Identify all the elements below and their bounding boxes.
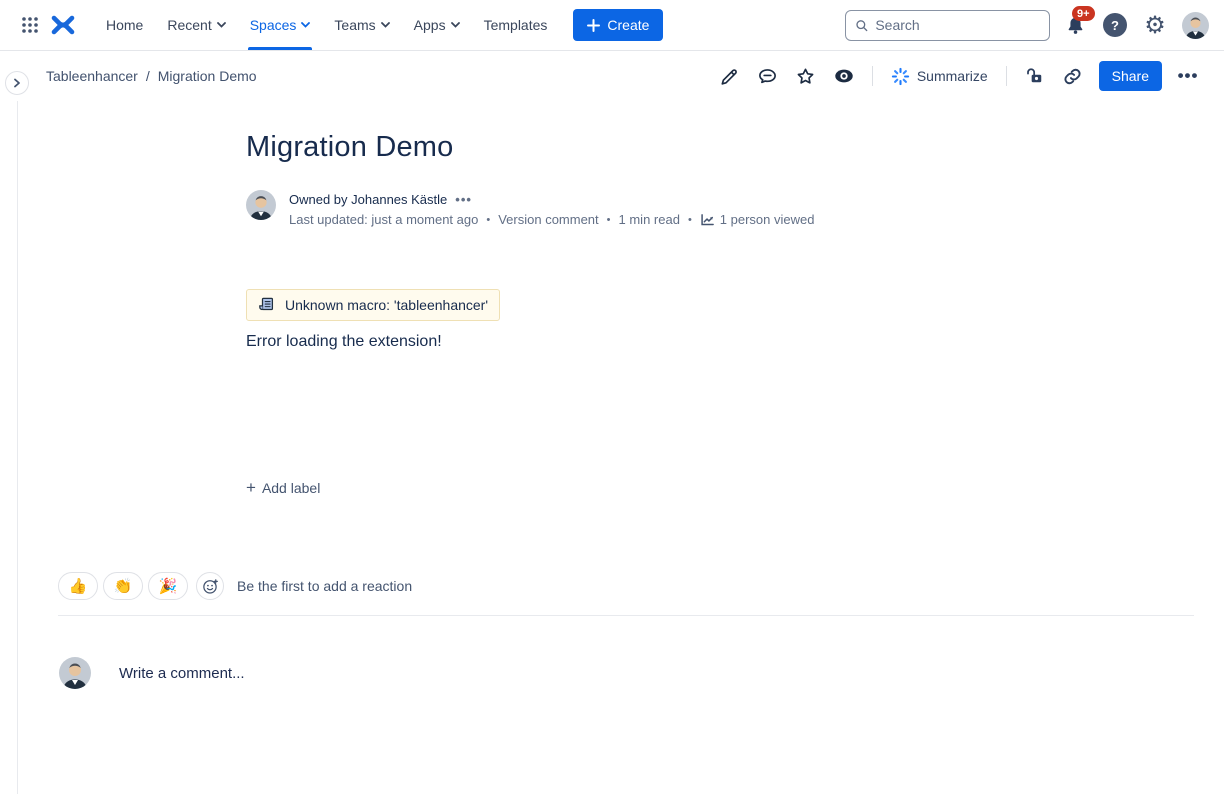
breadcrumb-space-link[interactable]: Tableenhancer	[46, 68, 138, 84]
byline: Owned by Johannes Kästle ••• Last update…	[246, 190, 1104, 230]
nav-item-spaces[interactable]: Spaces	[238, 0, 323, 50]
profile-button[interactable]	[1180, 10, 1210, 40]
create-button[interactable]: Create	[573, 9, 663, 41]
settings-button[interactable]: ⚙	[1140, 10, 1170, 40]
chevron-right-icon	[12, 78, 22, 88]
eye-icon	[833, 65, 855, 87]
comment-composer[interactable]: Write a comment...	[0, 657, 1224, 689]
question-mark-icon: ?	[1103, 13, 1127, 37]
link-icon	[1062, 66, 1083, 87]
reaction-thumbs-up-button[interactable]: 👍	[58, 572, 98, 600]
nav-item-label: Apps	[414, 17, 446, 33]
macro-scroll-icon	[258, 296, 276, 314]
top-navigation-bar: Home Recent Spaces Teams Apps Templates …	[0, 0, 1224, 51]
thumbs-up-emoji: 👍	[69, 577, 88, 595]
chevron-down-icon	[301, 22, 310, 28]
breadcrumb: Tableenhancer / Migration Demo	[46, 68, 257, 84]
help-button[interactable]: ?	[1100, 10, 1130, 40]
owner-more-button[interactable]: •••	[455, 190, 472, 210]
unlock-icon	[1025, 66, 1045, 86]
nav-item-label: Templates	[484, 17, 548, 33]
toolbar-divider	[1006, 66, 1007, 86]
owner-avatar[interactable]	[246, 190, 276, 220]
edit-button[interactable]	[714, 60, 746, 92]
dot-separator: •	[607, 210, 611, 230]
dot-separator: •	[688, 210, 692, 230]
search-input[interactable]	[875, 17, 1040, 33]
chevron-down-icon	[217, 22, 226, 28]
extension-error-text: Error loading the extension!	[246, 333, 1104, 351]
owned-by-text[interactable]: Owned by Johannes Kästle	[289, 190, 447, 210]
comments-button[interactable]	[752, 60, 784, 92]
toolbar-divider	[872, 66, 873, 86]
analytics-chart-icon	[700, 213, 715, 227]
nav-item-label: Home	[106, 17, 143, 33]
share-button[interactable]: Share	[1099, 61, 1162, 91]
dot-separator: •	[486, 210, 490, 230]
search-icon	[855, 18, 868, 33]
user-avatar	[1182, 12, 1209, 39]
comments-divider	[58, 615, 1194, 616]
nav-item-recent[interactable]: Recent	[155, 0, 237, 50]
comment-input-placeholder[interactable]: Write a comment...	[119, 665, 245, 682]
last-updated-text[interactable]: Last updated: just a moment ago	[289, 210, 478, 230]
ai-sparkle-icon	[891, 67, 910, 86]
create-button-label: Create	[607, 17, 649, 33]
plus-icon: +	[246, 479, 256, 496]
breadcrumb-page-link[interactable]: Migration Demo	[158, 68, 257, 84]
comment-bubble-icon	[757, 66, 778, 87]
notifications-button[interactable]: 9+	[1060, 10, 1090, 40]
breadcrumb-separator: /	[146, 68, 150, 84]
commenter-avatar	[59, 657, 91, 689]
page-header-row: Tableenhancer / Migration Demo	[0, 51, 1224, 101]
smiley-add-icon	[202, 578, 219, 595]
party-popper-emoji: 🎉	[159, 577, 178, 595]
restrictions-button[interactable]	[1019, 60, 1051, 92]
unknown-macro-banner: Unknown macro: 'tableenhancer'	[246, 289, 500, 321]
gear-icon: ⚙	[1144, 13, 1166, 37]
app-switcher-icon[interactable]	[14, 9, 46, 41]
notification-badge: 9+	[1072, 6, 1095, 21]
expand-sidebar-button[interactable]	[5, 71, 29, 95]
version-comment-link[interactable]: Version comment	[498, 210, 598, 230]
add-label-button[interactable]: + Add label	[246, 479, 320, 496]
read-time-text: 1 min read	[619, 210, 680, 230]
summarize-label: Summarize	[917, 68, 988, 84]
clap-emoji: 👏	[114, 577, 133, 595]
nav-item-label: Spaces	[250, 17, 297, 33]
more-actions-button[interactable]: •••	[1172, 60, 1204, 92]
reactions-bar: 👍 👏 🎉 Be the first to add a reaction	[0, 572, 1224, 600]
viewers-count-text: 1 person viewed	[720, 210, 815, 230]
topnav-right-cluster: 9+ ? ⚙	[845, 10, 1210, 41]
nav-item-label: Recent	[167, 17, 211, 33]
page-toolbar: Summarize Share •••	[714, 60, 1204, 92]
reaction-prompt-text: Be the first to add a reaction	[237, 578, 412, 594]
summarize-button[interactable]: Summarize	[885, 62, 994, 91]
page-title: Migration Demo	[246, 131, 1104, 164]
confluence-logo-icon[interactable]	[46, 9, 80, 41]
nav-item-teams[interactable]: Teams	[322, 0, 401, 50]
plus-icon	[587, 19, 600, 32]
ellipsis-icon: •••	[1178, 66, 1199, 86]
nav-item-label: Teams	[334, 17, 375, 33]
nav-item-templates[interactable]: Templates	[472, 0, 560, 50]
watch-button[interactable]	[828, 60, 860, 92]
star-icon	[795, 66, 816, 87]
primary-nav: Home Recent Spaces Teams Apps Templates	[94, 0, 559, 50]
add-label-text: Add label	[262, 480, 320, 496]
chevron-down-icon	[451, 22, 460, 28]
pencil-icon	[719, 66, 740, 87]
search-box[interactable]	[845, 10, 1050, 41]
page-content: Migration Demo Owned by Johannes Kästle …	[0, 131, 1224, 689]
nav-item-home[interactable]: Home	[94, 0, 155, 50]
reaction-party-button[interactable]: 🎉	[148, 572, 188, 600]
chevron-down-icon	[381, 22, 390, 28]
unknown-macro-text: Unknown macro: 'tableenhancer'	[285, 297, 488, 313]
analytics-viewers-button[interactable]: 1 person viewed	[700, 210, 815, 230]
add-reaction-button[interactable]	[196, 572, 224, 600]
nav-item-apps[interactable]: Apps	[402, 0, 472, 50]
reaction-clap-button[interactable]: 👏	[103, 572, 143, 600]
copy-link-button[interactable]	[1057, 60, 1089, 92]
favorite-star-button[interactable]	[790, 60, 822, 92]
